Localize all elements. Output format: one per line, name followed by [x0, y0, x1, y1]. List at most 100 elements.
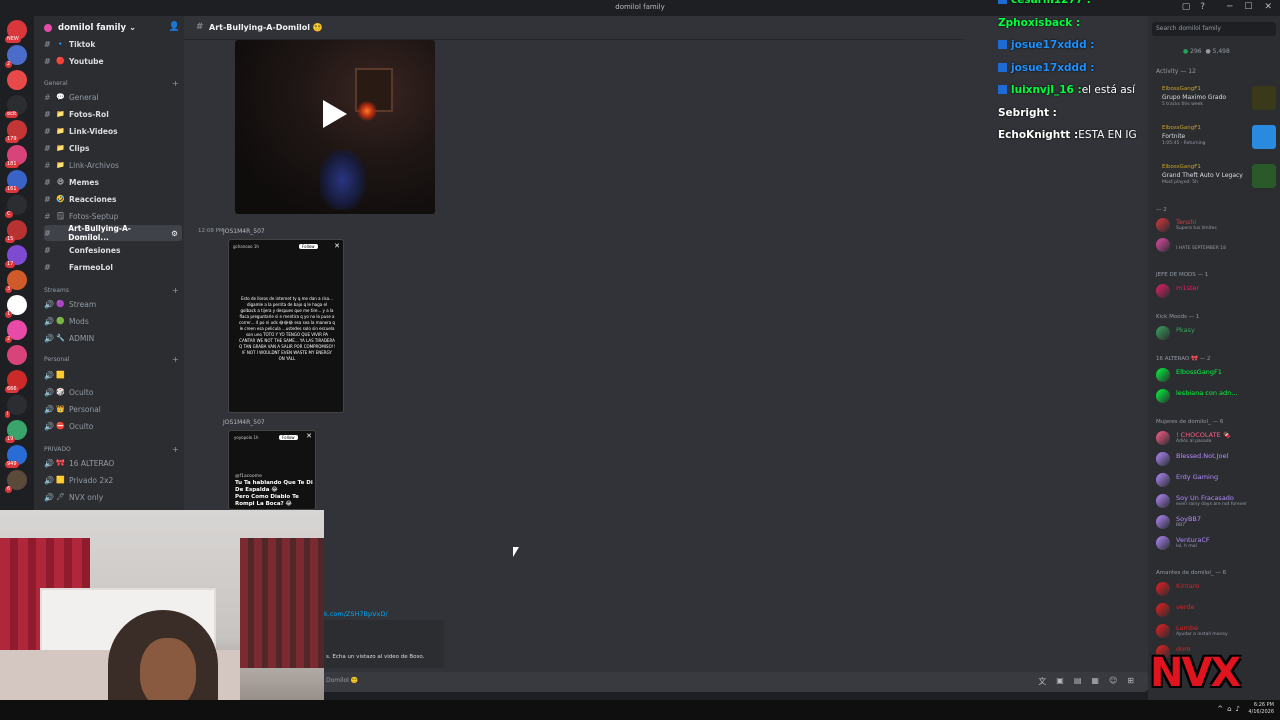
channel-item[interactable]: # 🗒 Fotos-Septup [44, 208, 182, 224]
channel-category[interactable]: Personal + [44, 355, 179, 364]
voice-icon: 🔊 [44, 492, 54, 502]
gift-icon[interactable]: ▣ [1056, 676, 1064, 687]
server-icon[interactable]: 666 [5, 370, 27, 393]
chevron-up-icon[interactable]: ^ [1217, 705, 1223, 713]
member-item[interactable]: VenturaCF lol, h mal [1156, 534, 1276, 552]
member-item[interactable]: I HATE SEPTEMBER 18 [1156, 236, 1276, 254]
channel-item[interactable]: # FarmeoLol [44, 259, 182, 275]
member-item[interactable]: Pkasy [1156, 324, 1276, 342]
channel-item[interactable]: 🔊 🟢 Mods [44, 313, 182, 329]
apps-icon[interactable]: ⊞ [1127, 676, 1134, 687]
activity-card[interactable]: ElbossGangF1 Fortnite 1:05:45 · Returning [1156, 125, 1280, 159]
sticker-icon[interactable]: ▦ [1091, 676, 1099, 687]
server-icon[interactable]: 1 [5, 295, 27, 318]
channel-item[interactable]: # 🔴 Youtube [44, 53, 182, 69]
server-icon[interactable]: 179 [5, 120, 27, 143]
channel-item[interactable]: 🔊 🟣 Stream [44, 296, 182, 312]
channel-category[interactable]: General + [44, 79, 179, 88]
channel-item[interactable]: # Art-Bullying-A-Domilol... ⚙ [44, 224, 182, 242]
inbox-icon[interactable]: ▢ [1182, 2, 1191, 12]
channel-settings-icon[interactable]: ⚙ [171, 229, 178, 238]
avatar [1156, 582, 1170, 596]
member-category: Mujeres de domilol_ — 6 [1156, 419, 1224, 425]
server-icon[interactable]: eclt [5, 95, 27, 118]
channel-item[interactable]: 🔊 🎀 16 ALTERAO [44, 455, 182, 471]
channel-item[interactable]: 🔊 🟨 [44, 367, 182, 383]
volume-icon[interactable]: ♪ [1236, 705, 1240, 713]
emoji-icon[interactable]: ☺ [1109, 676, 1117, 687]
member-item[interactable]: Erdy Gaming [1156, 471, 1276, 489]
activity-card[interactable]: ElbossGangF1 Grand Theft Auto V Legacy Mos… [1156, 164, 1280, 198]
message-composer[interactable]: Domilol 😵‍💫 文 ▣ ▤ ▦ ☺ ⊞ [184, 672, 1148, 692]
server-icon[interactable]: 3 [5, 270, 27, 293]
channel-item[interactable]: 🔊 🟨 Privado 2x2 [44, 472, 182, 488]
server-icon[interactable]: 19 [5, 420, 27, 443]
server-icon[interactable]: l [5, 395, 27, 418]
gif-icon[interactable]: ▤ [1074, 676, 1082, 687]
member-item[interactable]: verde [1156, 601, 1276, 619]
search-input[interactable]: Search domilol family [1152, 22, 1276, 36]
server-icon[interactable]: NEW [5, 20, 27, 43]
guild-header[interactable]: domilol family ⌄ 👤 [34, 16, 184, 40]
channel-item[interactable]: # 🤣 Reacciones [44, 191, 182, 207]
channel-item[interactable]: # 😄 Memes [44, 174, 182, 190]
channel-item[interactable]: # Confesiones [44, 242, 182, 258]
member-item[interactable]: Tenshi Supera tus límites [1156, 216, 1276, 234]
server-icon[interactable]: 949 [5, 445, 27, 468]
server-icon[interactable] [7, 345, 27, 365]
server-icon[interactable]: 2 [5, 45, 27, 68]
channel-item[interactable]: # 📁 Fotos-Rol [44, 106, 182, 122]
hash-icon: # [44, 228, 51, 238]
member-item[interactable]: Kintaro [1156, 580, 1276, 598]
channel-item[interactable]: # 💬 General [44, 89, 182, 105]
member-item[interactable]: lesbiana con adn... [1156, 387, 1276, 405]
add-channel-icon[interactable]: + [172, 286, 179, 295]
message-author[interactable]: JOS1M4R_507 [223, 228, 265, 235]
server-icon[interactable] [7, 70, 27, 90]
message-link[interactable]: k.com/ZSH7BpVxD/ [324, 610, 388, 618]
channel-item[interactable]: 🔊 🖊 NVX only [44, 489, 182, 505]
network-icon[interactable]: ⌂ [1227, 705, 1231, 713]
member-item[interactable]: SoyBB7 BB7 [1156, 513, 1276, 531]
channel-item[interactable]: 🔊 🎲 Oculto [44, 384, 182, 400]
channel-item[interactable]: 🔊 ⛔ Oculto [44, 418, 182, 434]
add-channel-icon[interactable]: + [172, 355, 179, 364]
member-category: Amantes de domilol_ — 6 [1156, 570, 1227, 576]
image-attachment[interactable]: yoyopolo 1h Follow ✕ @f1acoome Tu Ta hab… [228, 430, 316, 510]
channel-item[interactable]: 🔊 🔧 ADMIN [44, 330, 182, 346]
close-icon[interactable]: ✕ [1264, 2, 1272, 12]
translate-icon[interactable]: 文 [1038, 676, 1046, 687]
message-author[interactable]: JOS1M4R_507 [223, 419, 265, 426]
member-item[interactable]: Soy Un Fracasado even rainy days are not … [1156, 492, 1276, 510]
member-item[interactable]: Lumbe Ayudar a install money [1156, 622, 1276, 640]
channel-item[interactable]: 🔊 👑 Personal [44, 401, 182, 417]
channel-sidebar: # 🔹 Tiktok # 🔴 Youtube General + # 💬 General # 📁 Foto… [34, 16, 184, 510]
add-member-icon[interactable]: 👤 [169, 22, 180, 32]
help-icon[interactable]: ? [1200, 2, 1205, 12]
add-channel-icon[interactable]: + [172, 445, 179, 454]
channel-category[interactable]: Streams + [44, 286, 179, 295]
channel-item[interactable]: # 📁 Clips [44, 140, 182, 156]
server-icon[interactable]: 181 [5, 145, 27, 168]
image-attachment[interactable]: gchanooo 1h Follow ✕ Esto de lloros de i… [228, 239, 344, 413]
server-icon[interactable]: C [5, 195, 27, 218]
member-item[interactable]: ElbossGangF1 [1156, 366, 1276, 384]
member-item[interactable]: Blessed.Not.Joel [1156, 450, 1276, 468]
activity-card[interactable]: ElbossGangF1 Grupo Maximo Grado 5 tracks t… [1156, 86, 1280, 120]
member-item[interactable]: m1ster [1156, 282, 1276, 300]
server-icon[interactable]: 6 [5, 470, 27, 493]
server-icon[interactable]: 161 [5, 170, 27, 193]
server-icon[interactable]: 15 [5, 220, 27, 243]
server-icon[interactable]: 17 [5, 245, 27, 268]
channel-category[interactable]: PRIVADO + [44, 445, 179, 454]
channel-item[interactable]: # 📁 Link-Archivos [44, 157, 182, 173]
member-category: — 2 [1156, 207, 1167, 213]
minimize-icon[interactable]: ─ [1227, 2, 1232, 12]
channel-item[interactable]: # 📁 Link-Videos [44, 123, 182, 139]
play-icon[interactable] [323, 100, 347, 128]
video-attachment[interactable] [235, 40, 435, 214]
add-channel-icon[interactable]: + [172, 79, 179, 88]
maximize-icon[interactable]: ☐ [1244, 2, 1252, 12]
member-item[interactable]: ! CHOCOLATE 🍫 Adiós al pasado [1156, 429, 1276, 447]
server-icon[interactable]: 2 [5, 320, 27, 343]
